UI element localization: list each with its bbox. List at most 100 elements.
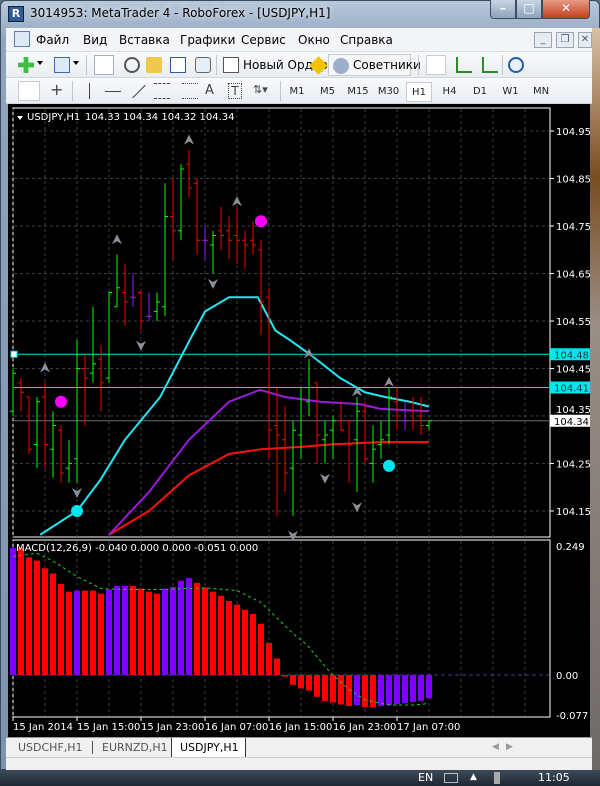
experts-label: Советники bbox=[353, 58, 421, 72]
maximize-button[interactable]: □ bbox=[516, 0, 542, 19]
macd-histogram-bar bbox=[194, 582, 200, 675]
text-tool-icon[interactable]: A bbox=[205, 81, 214, 101]
timeframe-mn[interactable]: MN bbox=[528, 82, 554, 102]
timeframe-h1[interactable]: H1 bbox=[406, 82, 432, 102]
signal-dot bbox=[255, 215, 267, 228]
macd-tick-label: -0.077 bbox=[556, 711, 588, 722]
price-line-label: 104.41 bbox=[554, 384, 589, 395]
macd-histogram-bar bbox=[330, 675, 336, 703]
market-watch-icon[interactable] bbox=[94, 55, 114, 75]
menu-tools[interactable]: Сервис bbox=[241, 33, 286, 47]
new-chart-icon[interactable] bbox=[18, 57, 34, 73]
macd-histogram-bar bbox=[146, 591, 152, 675]
fractal-down-arrow-icon bbox=[288, 530, 298, 541]
zoom-in-icon[interactable] bbox=[508, 57, 524, 73]
chart-window[interactable]: 104.95 104.85 104.75 104.65 104.55 104.45 104.… bbox=[8, 104, 594, 738]
macd-label: MACD(12,26,9) -0.040 0.000 0.000 -0.051 … bbox=[16, 543, 258, 554]
timeframe-m30[interactable]: M30 bbox=[376, 82, 402, 102]
profiles-icon[interactable] bbox=[54, 57, 70, 73]
tab-usdjpy[interactable]: USDJPY,H1 bbox=[171, 738, 246, 759]
tab-scroll-right-icon[interactable]: ▶ bbox=[506, 742, 513, 752]
network-icon[interactable] bbox=[494, 772, 500, 784]
price-tick-label: 104.45 bbox=[556, 365, 590, 376]
show-hidden-icons-icon[interactable]: ▲ bbox=[470, 772, 477, 782]
new-order-icon[interactable] bbox=[223, 57, 239, 73]
price-tick-label: 104.35 bbox=[556, 405, 590, 416]
timeframe-d1[interactable]: D1 bbox=[467, 82, 493, 102]
equidistant-channel-icon[interactable] bbox=[154, 83, 170, 99]
desktop-background-strip bbox=[590, 28, 600, 770]
crosshair-navigator-icon[interactable] bbox=[124, 57, 140, 73]
time-label: 17 Jan 07:00 bbox=[397, 722, 460, 733]
macd-histogram-bar bbox=[162, 588, 168, 675]
language-indicator[interactable]: EN bbox=[418, 771, 433, 784]
macd-histogram-bar bbox=[394, 675, 400, 705]
macd-histogram-bar bbox=[154, 593, 160, 675]
tab-divider bbox=[92, 741, 93, 754]
chart-menu-triangle-icon bbox=[17, 116, 23, 120]
candlestick-chart-icon[interactable] bbox=[456, 57, 472, 73]
chevron-down-icon[interactable] bbox=[73, 61, 79, 67]
price-tick-label: 104.65 bbox=[556, 270, 590, 281]
experts-icon bbox=[333, 58, 349, 74]
mdi-restore-button[interactable]: ❐ bbox=[556, 32, 574, 48]
chevron-down-icon[interactable] bbox=[37, 61, 43, 67]
macd-histogram-bar bbox=[74, 590, 80, 675]
main-pane-border bbox=[12, 107, 551, 538]
timeframe-w1[interactable]: W1 bbox=[498, 82, 524, 102]
fibonacci-icon[interactable] bbox=[182, 83, 198, 99]
menu-view[interactable]: Вид bbox=[83, 33, 107, 47]
favorites-folder-icon[interactable] bbox=[146, 57, 162, 73]
price-line-label: 104.48 bbox=[554, 350, 589, 361]
menu-file[interactable]: Файл bbox=[36, 33, 69, 47]
keyboard-icon[interactable] bbox=[444, 773, 458, 783]
macd-histogram-bar bbox=[410, 675, 416, 702]
line-chart-icon[interactable] bbox=[482, 57, 498, 73]
horizontal-line-handle[interactable] bbox=[10, 350, 18, 358]
time-label: 15 Jan 2014 bbox=[13, 722, 73, 733]
tab-eurnzd[interactable]: EURNZD,H1 bbox=[94, 738, 176, 758]
timeframe-m1[interactable]: M1 bbox=[284, 82, 310, 102]
macd-histogram-bar bbox=[338, 675, 344, 705]
menu-charts[interactable]: Графики bbox=[180, 33, 235, 47]
experts-button[interactable]: Советники bbox=[328, 54, 421, 76]
macd-histogram-bar bbox=[114, 585, 120, 675]
vertical-line-icon[interactable] bbox=[89, 83, 90, 99]
terminal-icon[interactable] bbox=[170, 57, 186, 73]
time-label: 16 Jan 23:00 bbox=[333, 722, 396, 733]
strategy-tester-icon[interactable] bbox=[195, 57, 211, 73]
clock[interactable]: 11:05 bbox=[538, 771, 570, 784]
mdi-minimize-button[interactable]: _ bbox=[534, 32, 552, 48]
text-label-tool-icon[interactable]: T bbox=[228, 83, 242, 99]
close-button[interactable]: ✕ bbox=[542, 0, 590, 19]
timeframe-m5[interactable]: M5 bbox=[315, 82, 341, 102]
fractal-up-arrow-icon bbox=[304, 348, 314, 359]
macd-histogram-bar bbox=[226, 600, 232, 675]
mdi-close-button[interactable]: ✕ bbox=[578, 32, 592, 48]
bar-chart-icon[interactable] bbox=[426, 55, 446, 75]
title-bar[interactable]: R 3014953: MetaTrader 4 - RoboForex - [U… bbox=[0, 0, 600, 28]
arrows-tool-icon[interactable]: ⇅▾ bbox=[253, 83, 269, 99]
trendline-icon[interactable] bbox=[132, 84, 146, 99]
macd-histogram-bar bbox=[202, 587, 208, 675]
menu-help[interactable]: Справка bbox=[340, 33, 393, 47]
macd-histogram-bar bbox=[314, 675, 320, 697]
tab-usdchf[interactable]: USDCHF,H1 bbox=[10, 738, 91, 758]
cursor-tool-icon[interactable] bbox=[18, 81, 40, 101]
crosshair-tool-icon[interactable]: + bbox=[50, 82, 66, 99]
timeframe-h4[interactable]: H4 bbox=[437, 82, 463, 102]
minimize-button[interactable]: – bbox=[490, 0, 516, 19]
menu-window[interactable]: Окно bbox=[298, 33, 330, 47]
tab-scroll-left-icon[interactable]: ◀ bbox=[492, 742, 499, 752]
chart-window-icon bbox=[14, 31, 30, 47]
price-chart[interactable]: 104.95 104.85 104.75 104.65 104.55 104.45 104.… bbox=[8, 104, 594, 738]
menu-insert[interactable]: Вставка bbox=[119, 33, 170, 47]
macd-histogram-bar bbox=[370, 675, 376, 708]
horizontal-line-icon[interactable] bbox=[105, 91, 121, 92]
macd-histogram-bar bbox=[82, 590, 88, 675]
fractal-down-arrow-icon bbox=[352, 502, 362, 513]
price-tick-label: 104.85 bbox=[556, 175, 590, 186]
timeframe-m15[interactable]: M15 bbox=[345, 82, 371, 102]
macd-histogram-bar bbox=[306, 675, 312, 691]
app-icon: R bbox=[8, 6, 24, 22]
